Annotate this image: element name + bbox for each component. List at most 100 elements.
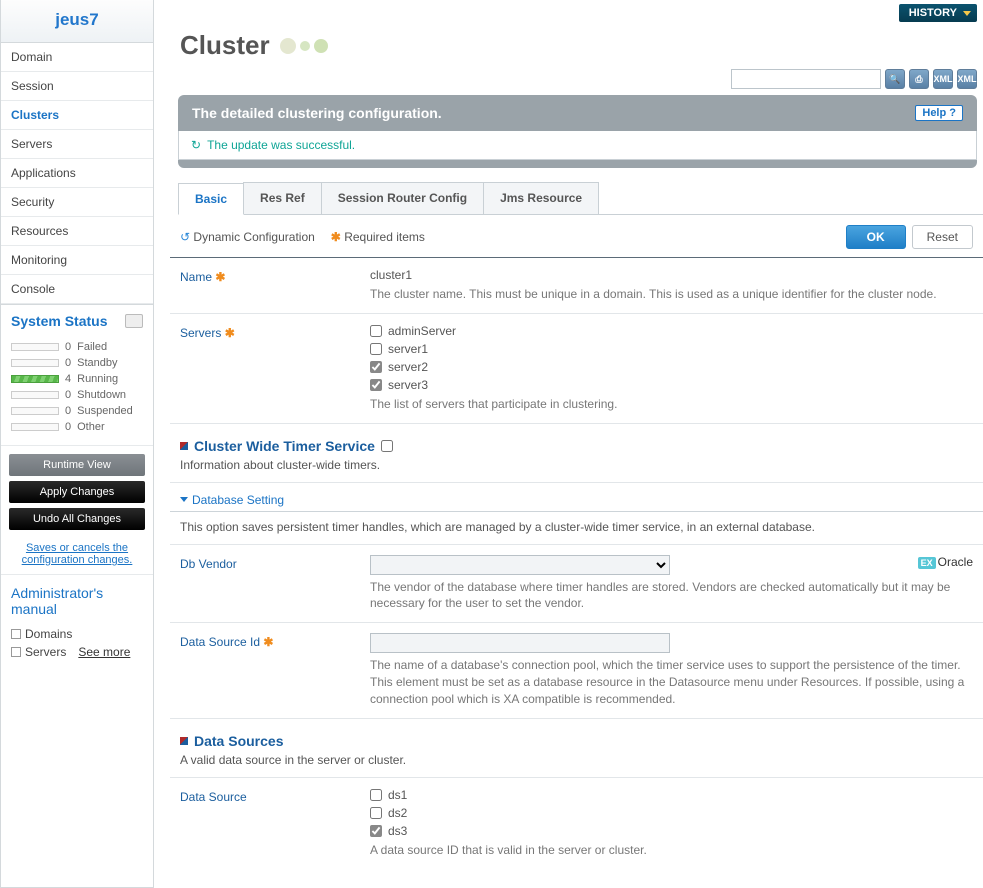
legend-row: ↻ Dynamic Configuration ✱ Required items… bbox=[170, 215, 983, 258]
status-bar bbox=[11, 359, 59, 367]
status-count: 4 bbox=[65, 373, 71, 385]
required-icon: ✱ bbox=[263, 635, 273, 649]
sidebar-buttons: Runtime View Apply Changes Undo All Chan… bbox=[1, 445, 153, 538]
ds-id-input[interactable] bbox=[370, 633, 670, 653]
dynamic-legend: ↻ Dynamic Configuration bbox=[180, 230, 315, 244]
decorative-bubbles bbox=[280, 38, 328, 54]
status-row-standby: 0Standby bbox=[11, 355, 143, 371]
brand-title: jeus7 bbox=[1, 0, 153, 43]
tab-session-router-config[interactable]: Session Router Config bbox=[321, 182, 484, 214]
tab-basic[interactable]: Basic bbox=[178, 183, 244, 215]
cluster-timer-checkbox[interactable] bbox=[381, 440, 393, 452]
status-count: 0 bbox=[65, 389, 71, 401]
data-sources-desc: A valid data source in the server or clu… bbox=[170, 751, 983, 778]
status-count: 0 bbox=[65, 405, 71, 417]
nav-item-servers[interactable]: Servers bbox=[1, 130, 153, 159]
panel-header: The detailed clustering configuration. H… bbox=[178, 95, 977, 131]
servers-row: Servers ✱ adminServer server1 server2 serve… bbox=[170, 314, 983, 424]
database-setting-desc: This option saves persistent timer handl… bbox=[170, 512, 983, 545]
nav-item-resources[interactable]: Resources bbox=[1, 217, 153, 246]
ds-option-label: ds3 bbox=[388, 824, 407, 838]
book-icon bbox=[11, 629, 21, 639]
db-vendor-select[interactable] bbox=[370, 555, 670, 575]
status-count: 0 bbox=[65, 421, 71, 433]
required-icon: ✱ bbox=[215, 270, 225, 284]
system-status-header: System Status bbox=[1, 304, 153, 335]
server-checkbox-adminServer[interactable] bbox=[370, 325, 382, 337]
manual-list: Domains Servers See more bbox=[1, 621, 153, 673]
server-option-label: adminServer bbox=[388, 324, 456, 338]
manual-item-servers[interactable]: Servers bbox=[25, 645, 66, 659]
tab-res-ref[interactable]: Res Ref bbox=[243, 182, 322, 214]
reset-button[interactable]: Reset bbox=[912, 225, 973, 249]
nav-item-console[interactable]: Console bbox=[1, 275, 153, 304]
server-option-server3: server3 bbox=[370, 378, 973, 392]
search-input[interactable] bbox=[731, 69, 881, 89]
required-icon: ✱ bbox=[225, 326, 235, 340]
book-icon bbox=[11, 647, 21, 657]
save-note: Saves or cancels the configuration chang… bbox=[1, 538, 153, 574]
server-checkbox-server1[interactable] bbox=[370, 343, 382, 355]
tab-jms-resource[interactable]: Jms Resource bbox=[483, 182, 599, 214]
cluster-timer-desc: Information about cluster-wide timers. bbox=[170, 456, 983, 483]
ds-checkbox-ds3[interactable] bbox=[370, 825, 382, 837]
monitor-icon[interactable] bbox=[125, 314, 143, 328]
nav-item-security[interactable]: Security bbox=[1, 188, 153, 217]
server-option-label: server1 bbox=[388, 342, 428, 356]
ds-checkbox-ds1[interactable] bbox=[370, 789, 382, 801]
name-desc: The cluster name. This must be unique in… bbox=[370, 286, 973, 303]
server-option-label: server2 bbox=[388, 360, 428, 374]
upload-xml-icon[interactable]: XML bbox=[933, 69, 953, 89]
required-legend: ✱ Required items bbox=[331, 230, 425, 244]
print-icon[interactable]: ⎙ bbox=[909, 69, 929, 89]
nav-item-domain[interactable]: Domain bbox=[1, 43, 153, 72]
history-button[interactable]: HISTORY bbox=[899, 4, 977, 22]
ds-id-row: Data Source Id ✱ The name of a database'… bbox=[170, 623, 983, 718]
success-message: The update was successful. bbox=[207, 138, 355, 152]
server-option-server1: server1 bbox=[370, 342, 973, 356]
message-bar: ↻ The update was successful. bbox=[178, 131, 977, 160]
manual-header: Administrator's manual bbox=[1, 574, 153, 621]
ds-option-ds2: ds2 bbox=[370, 806, 973, 820]
db-vendor-example: EXOracle bbox=[918, 555, 973, 569]
save-note-link[interactable]: Saves or cancels the configuration chang… bbox=[22, 542, 133, 566]
database-setting-toggle[interactable]: Database Setting bbox=[170, 483, 983, 512]
nav-item-session[interactable]: Session bbox=[1, 72, 153, 101]
status-bar bbox=[11, 391, 59, 399]
system-status-title: System Status bbox=[11, 313, 107, 329]
apply-changes-button[interactable]: Apply Changes bbox=[9, 481, 145, 503]
server-option-adminServer: adminServer bbox=[370, 324, 973, 338]
nav-item-applications[interactable]: Applications bbox=[1, 159, 153, 188]
ok-button[interactable]: OK bbox=[846, 225, 906, 249]
download-xml-icon[interactable]: XML bbox=[957, 69, 977, 89]
server-checkbox-server3[interactable] bbox=[370, 379, 382, 391]
status-list: 0Failed0Standby4Running0Shutdown0Suspend… bbox=[1, 335, 153, 445]
name-value: cluster1 bbox=[370, 268, 973, 282]
servers-label: Servers ✱ bbox=[180, 324, 370, 413]
ds-checkbox-ds2[interactable] bbox=[370, 807, 382, 819]
nav-item-clusters[interactable]: Clusters bbox=[1, 101, 153, 130]
section-icon bbox=[180, 442, 188, 450]
manual-item-domains[interactable]: Domains bbox=[25, 627, 72, 641]
help-button[interactable]: Help ? bbox=[915, 105, 963, 121]
data-source-row: Data Source ds1ds2ds3A data source ID th… bbox=[170, 778, 983, 869]
section-icon bbox=[180, 737, 188, 745]
server-checkbox-server2[interactable] bbox=[370, 361, 382, 373]
runtime-view-button[interactable]: Runtime View bbox=[9, 454, 145, 476]
status-row-running: 4Running bbox=[11, 371, 143, 387]
nav-item-monitoring[interactable]: Monitoring bbox=[1, 246, 153, 275]
ex-badge: EX bbox=[918, 557, 936, 569]
ds-option-label: ds2 bbox=[388, 806, 407, 820]
ds-id-label: Data Source Id ✱ bbox=[180, 633, 370, 707]
server-option-server2: server2 bbox=[370, 360, 973, 374]
undo-changes-button[interactable]: Undo All Changes bbox=[9, 508, 145, 530]
status-label: Standby bbox=[77, 357, 117, 369]
status-row-shutdown: 0 Shutdown bbox=[11, 387, 143, 403]
panel-title: The detailed clustering configuration. bbox=[192, 105, 442, 121]
name-label: Name ✱ bbox=[180, 268, 370, 303]
see-more-link[interactable]: See more bbox=[78, 645, 130, 659]
sidebar: jeus7 DomainSessionClustersServersApplic… bbox=[0, 0, 154, 888]
ds-id-desc: The name of a database's connection pool… bbox=[370, 657, 973, 707]
search-icon[interactable]: 🔍 bbox=[885, 69, 905, 89]
status-label: Shutdown bbox=[77, 389, 126, 401]
